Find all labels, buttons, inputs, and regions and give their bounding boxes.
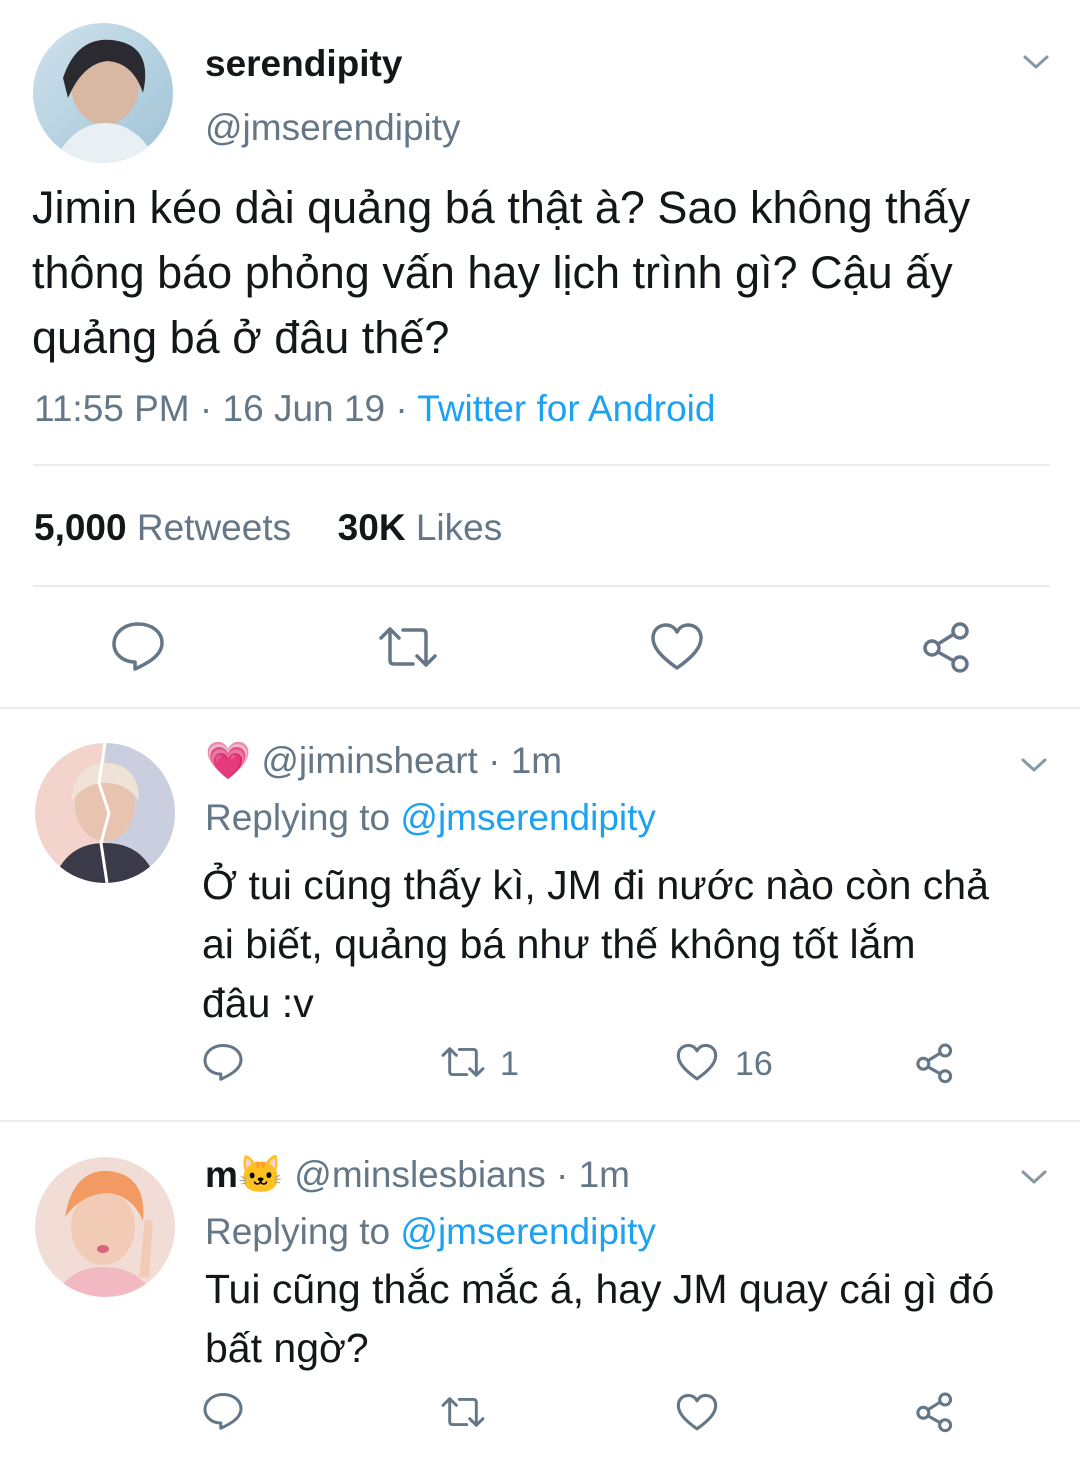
author-handle[interactable]: @jmserendipity — [205, 107, 461, 149]
retweet-icon[interactable] — [440, 1395, 486, 1429]
tweet-text-line: quảng bá ở đâu thế? — [32, 312, 450, 363]
tweet-text: Jimin kéo dài quảng bá thật à? Sao không… — [32, 175, 970, 370]
likes-stat[interactable]: 30K Likes — [338, 507, 503, 548]
retweets-stat[interactable]: 5,000 Retweets — [34, 507, 291, 548]
reply-handle[interactable]: @jiminsheart — [261, 740, 477, 781]
reply-header: 💗 @jiminsheart · 1m — [205, 740, 562, 783]
tweet-time[interactable]: 11:55 PM — [34, 388, 190, 429]
tweet-stats: 5,000 Retweets 30K Likes — [34, 507, 502, 549]
like-icon[interactable] — [676, 1043, 718, 1082]
chevron-down-icon[interactable] — [1020, 1167, 1048, 1192]
retweet-count: 1 — [500, 1045, 519, 1083]
tweet-meta: 11:55 PM · 16 Jun 19 · Twitter for Andro… — [34, 388, 715, 430]
retweet-icon[interactable] — [377, 624, 439, 670]
replying-handle[interactable]: @jmserendipity — [400, 797, 656, 838]
reply-text-line: Tui cũng thắc mắc á, hay JM quay cái gì … — [205, 1266, 995, 1312]
chevron-down-icon[interactable] — [1020, 755, 1048, 780]
like-icon[interactable] — [676, 1393, 718, 1432]
author-display-name[interactable]: serendipity — [205, 43, 402, 85]
divider — [0, 707, 1080, 709]
meta-separator: · — [199, 388, 213, 429]
retweets-count: 5,000 — [34, 507, 127, 548]
reply-icon[interactable] — [110, 620, 166, 672]
chevron-down-icon[interactable] — [1022, 52, 1050, 77]
divider — [33, 464, 1050, 466]
reply-text-line: Ở tui cũng thấy kì, JM đi nước nào còn c… — [202, 862, 989, 908]
likes-count: 30K — [337, 507, 406, 548]
like-count: 16 — [735, 1045, 773, 1083]
tweet-date[interactable]: 16 Jun 19 — [223, 388, 386, 429]
retweet-icon[interactable] — [440, 1045, 486, 1079]
reply-text-line: đâu :v — [202, 980, 314, 1026]
reply-text-line: bất ngờ? — [205, 1325, 369, 1371]
reply-age[interactable]: · 1m — [488, 740, 562, 781]
reply-avatar[interactable] — [35, 743, 175, 883]
reply-text: Ở tui cũng thấy kì, JM đi nước nào còn c… — [202, 856, 989, 1033]
likes-label: Likes — [415, 507, 503, 548]
reply-age[interactable]: · 1m — [556, 1154, 630, 1195]
cat-emoji-icon: 🐱 — [237, 1154, 284, 1195]
replying-label: Replying to — [205, 1211, 391, 1252]
heart-emoji-icon: 💗 — [205, 740, 252, 781]
share-icon[interactable] — [914, 1042, 956, 1084]
meta-separator: · — [395, 388, 408, 429]
reply-text: Tui cũng thắc mắc á, hay JM quay cái gì … — [205, 1260, 994, 1378]
replying-label: Replying to — [205, 797, 391, 838]
author-avatar[interactable] — [33, 23, 173, 163]
reply-avatar[interactable] — [35, 1157, 175, 1297]
like-icon[interactable] — [650, 622, 704, 672]
share-icon[interactable] — [920, 620, 974, 674]
reply-handle[interactable]: @minslesbians — [294, 1154, 545, 1195]
reply-name-prefix: m — [205, 1154, 238, 1195]
tweet-text-line: thông báo phỏng vấn hay lịch trình gì? C… — [32, 247, 953, 298]
replying-to: Replying to @jmserendipity — [205, 797, 656, 839]
reply-text-line: ai biết, quảng bá như thế không tốt lắm — [202, 921, 916, 967]
divider — [33, 585, 1050, 587]
reply-icon[interactable] — [202, 1391, 244, 1431]
tweet-source[interactable]: Twitter for Android — [417, 388, 715, 429]
replying-handle[interactable]: @jmserendipity — [400, 1211, 656, 1252]
share-icon[interactable] — [914, 1391, 956, 1433]
replying-to: Replying to @jmserendipity — [205, 1211, 656, 1253]
retweets-label: Retweets — [136, 507, 292, 548]
reply-display-name[interactable]: m🐱 — [205, 1154, 284, 1195]
divider — [0, 1120, 1080, 1122]
reply-icon[interactable] — [202, 1042, 244, 1082]
tweet-text-line: Jimin kéo dài quảng bá thật à? Sao không… — [32, 182, 971, 233]
reply-header: m🐱 @minslesbians · 1m — [205, 1154, 630, 1197]
